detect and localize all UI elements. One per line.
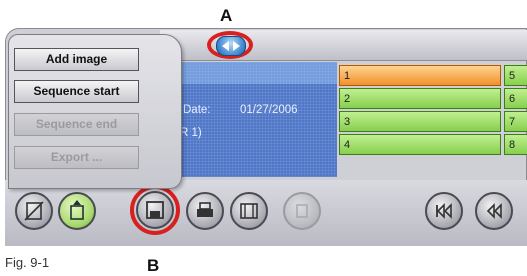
skip-to-start-icon xyxy=(436,203,452,219)
sequence-cell-3[interactable]: 3 xyxy=(339,111,501,132)
sequence-cell-4[interactable]: 4 xyxy=(339,134,501,155)
previous-image-button[interactable] xyxy=(475,192,513,230)
sequence-cell-2[interactable]: 2 xyxy=(339,88,501,109)
floppy-disk-icon xyxy=(146,201,164,219)
film-import-icon xyxy=(70,200,84,220)
sequence-cell-8[interactable]: 8 xyxy=(504,134,527,155)
info-partial-text: R 1) xyxy=(180,127,202,139)
sequence-cell-1[interactable]: 1 xyxy=(339,65,501,86)
callout-label-b: B xyxy=(147,256,160,275)
first-image-button[interactable] xyxy=(425,192,463,230)
rewind-icon xyxy=(486,203,502,219)
import-image-button[interactable] xyxy=(58,192,96,230)
sequence-end-button: Sequence end xyxy=(14,113,139,136)
film-button[interactable] xyxy=(230,192,268,230)
sequence-cell-5[interactable]: 5 xyxy=(504,65,527,86)
print-button[interactable] xyxy=(186,192,224,230)
figure-caption: Fig. 9-1 xyxy=(5,255,50,270)
delete-image-button[interactable] xyxy=(15,192,53,230)
panel-toggle-button[interactable] xyxy=(216,36,246,56)
sequence-start-button[interactable]: Sequence start xyxy=(14,80,139,103)
date-value: 01/27/2006 xyxy=(240,104,298,116)
add-image-button[interactable]: Add image xyxy=(14,48,139,71)
left-right-arrows-icon xyxy=(222,41,240,51)
date-label: Date: xyxy=(183,104,211,116)
callout-label-a: A xyxy=(220,6,233,25)
save-button[interactable] xyxy=(136,191,174,229)
blank-button xyxy=(283,192,321,230)
printer-icon xyxy=(197,202,213,217)
sequence-cell-6[interactable]: 6 xyxy=(504,88,527,109)
sequence-cell-7[interactable]: 7 xyxy=(504,111,527,132)
info-panel-header xyxy=(160,62,337,84)
film-strip-icon xyxy=(240,203,258,219)
export-button: Export ... xyxy=(14,146,139,169)
crossed-film-icon xyxy=(24,201,44,221)
blank-icon xyxy=(296,204,308,218)
